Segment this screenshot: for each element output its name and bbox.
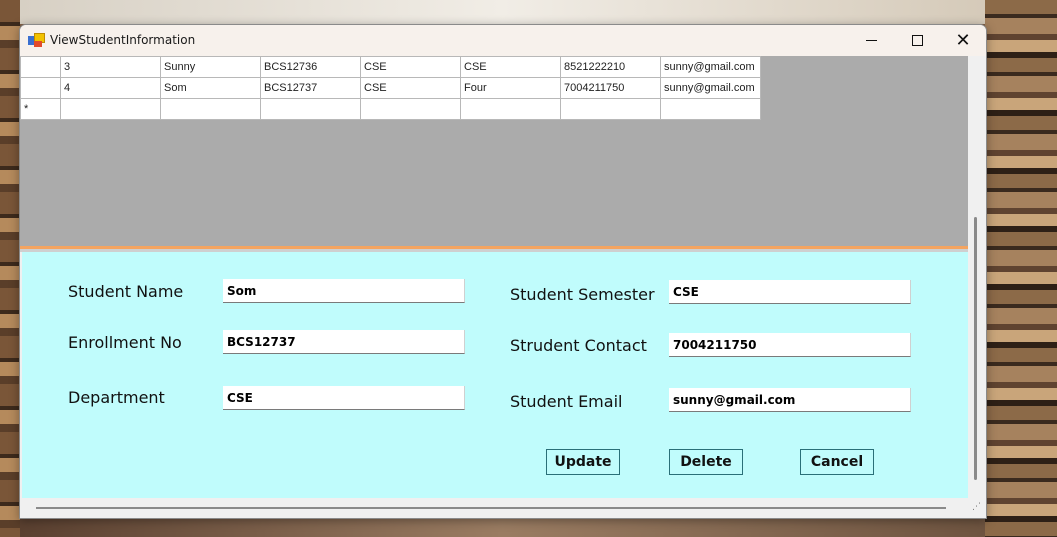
semester-label: Student Semester xyxy=(510,285,655,304)
cell-empty[interactable] xyxy=(160,98,261,120)
cell-contact[interactable]: 7004211750 xyxy=(560,77,661,99)
background-ceiling xyxy=(20,0,985,24)
table-row[interactable]: 4 Som BCS12737 CSE Four 7004211750 sunny… xyxy=(20,77,761,99)
email-label: Student Email xyxy=(510,392,623,411)
cell-name[interactable]: Sunny xyxy=(160,56,261,78)
resize-grip-icon[interactable]: ⋰ xyxy=(972,502,981,512)
cell-empty[interactable] xyxy=(260,98,361,120)
cancel-button[interactable]: Cancel xyxy=(800,449,874,475)
enrollment-field[interactable] xyxy=(223,330,465,354)
background-bookshelf-left xyxy=(0,0,20,537)
app-icon xyxy=(28,33,45,48)
student-form-panel: Student Name Enrollment No Department St… xyxy=(22,252,968,498)
cell-enrollment[interactable]: BCS12736 xyxy=(260,56,361,78)
vertical-scrollbar[interactable] xyxy=(974,217,977,480)
update-button[interactable]: Update xyxy=(546,449,620,475)
cell-email[interactable]: sunny@gmail.com xyxy=(660,56,761,78)
maximize-button[interactable] xyxy=(894,25,940,56)
table-row[interactable]: 3 Sunny BCS12736 CSE CSE 8521222210 sunn… xyxy=(20,56,761,78)
student-data-grid[interactable]: 3 Sunny BCS12736 CSE CSE 8521222210 sunn… xyxy=(20,56,968,246)
contact-field[interactable] xyxy=(669,333,911,357)
new-row-marker[interactable]: * xyxy=(20,98,61,120)
cell-empty[interactable] xyxy=(560,98,661,120)
cell-id[interactable]: 3 xyxy=(60,56,161,78)
student-name-label: Student Name xyxy=(68,282,184,301)
row-header[interactable] xyxy=(20,56,61,78)
cell-enrollment[interactable]: BCS12737 xyxy=(260,77,361,99)
table-row-new[interactable]: * xyxy=(20,98,761,120)
close-button[interactable]: ✕ xyxy=(940,25,986,56)
maximize-icon xyxy=(911,35,923,46)
delete-button[interactable]: Delete xyxy=(669,449,743,475)
semester-field[interactable] xyxy=(669,280,911,304)
cell-name[interactable]: Som xyxy=(160,77,261,99)
cell-id[interactable]: 4 xyxy=(60,77,161,99)
enrollment-label: Enrollment No xyxy=(68,333,182,352)
cell-empty[interactable] xyxy=(60,98,161,120)
department-field[interactable] xyxy=(223,386,465,410)
contact-label: Strudent Contact xyxy=(510,336,647,355)
cell-semester[interactable]: Four xyxy=(460,77,561,99)
title-bar[interactable]: ViewStudentInformation ✕ xyxy=(20,25,986,56)
cell-empty[interactable] xyxy=(660,98,761,120)
horizontal-scrollbar[interactable] xyxy=(36,507,946,509)
close-icon: ✕ xyxy=(955,29,971,51)
email-field[interactable] xyxy=(669,388,911,412)
cell-email[interactable]: sunny@gmail.com xyxy=(660,77,761,99)
cell-empty[interactable] xyxy=(360,98,461,120)
cell-contact[interactable]: 8521222210 xyxy=(560,56,661,78)
row-header[interactable] xyxy=(20,77,61,99)
student-name-field[interactable] xyxy=(223,279,465,303)
window-title: ViewStudentInformation xyxy=(50,33,196,47)
department-label: Department xyxy=(68,388,165,407)
app-window: ViewStudentInformation ✕ 3 Sunny BCS1273… xyxy=(19,24,987,519)
cell-department[interactable]: CSE xyxy=(360,77,461,99)
cell-empty[interactable] xyxy=(460,98,561,120)
minimize-button[interactable] xyxy=(848,25,894,56)
background-bookshelf-right xyxy=(985,0,1057,537)
cell-department[interactable]: CSE xyxy=(360,56,461,78)
minimize-icon xyxy=(865,40,877,41)
cell-semester[interactable]: CSE xyxy=(460,56,561,78)
